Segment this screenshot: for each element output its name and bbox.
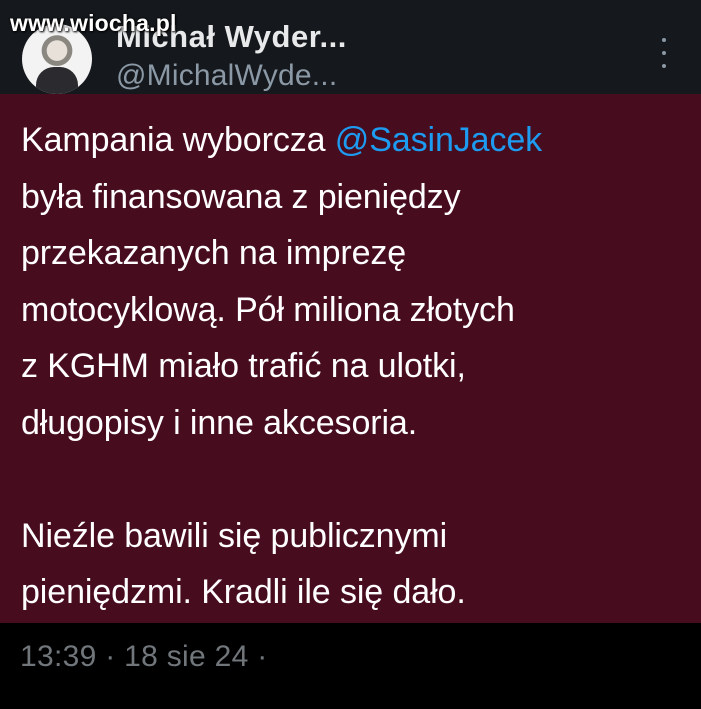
tweet-text-prefix: Kampania wyborcza xyxy=(21,121,335,159)
avatar-person xyxy=(36,67,78,94)
site-watermark: www.wiocha.pl xyxy=(10,10,177,36)
more-dot xyxy=(662,38,666,42)
more-dot xyxy=(662,51,666,55)
more-dot xyxy=(662,64,666,68)
author-handle[interactable]: @MichalWyde... xyxy=(116,59,337,93)
tweet-text: Kampania wyborcza @SasinJacek była finan… xyxy=(21,112,686,621)
tweet-content-panel: Kampania wyborcza @SasinJacek była finan… xyxy=(0,94,701,623)
more-options-icon[interactable] xyxy=(655,38,673,68)
mention-link[interactable]: @SasinJacek xyxy=(335,121,542,159)
tweet-text-body: była finansowana z pieniędzy przekazanyc… xyxy=(21,177,515,612)
tweet-timestamp[interactable]: 13:39 · 18 sie 24 · xyxy=(20,640,268,674)
